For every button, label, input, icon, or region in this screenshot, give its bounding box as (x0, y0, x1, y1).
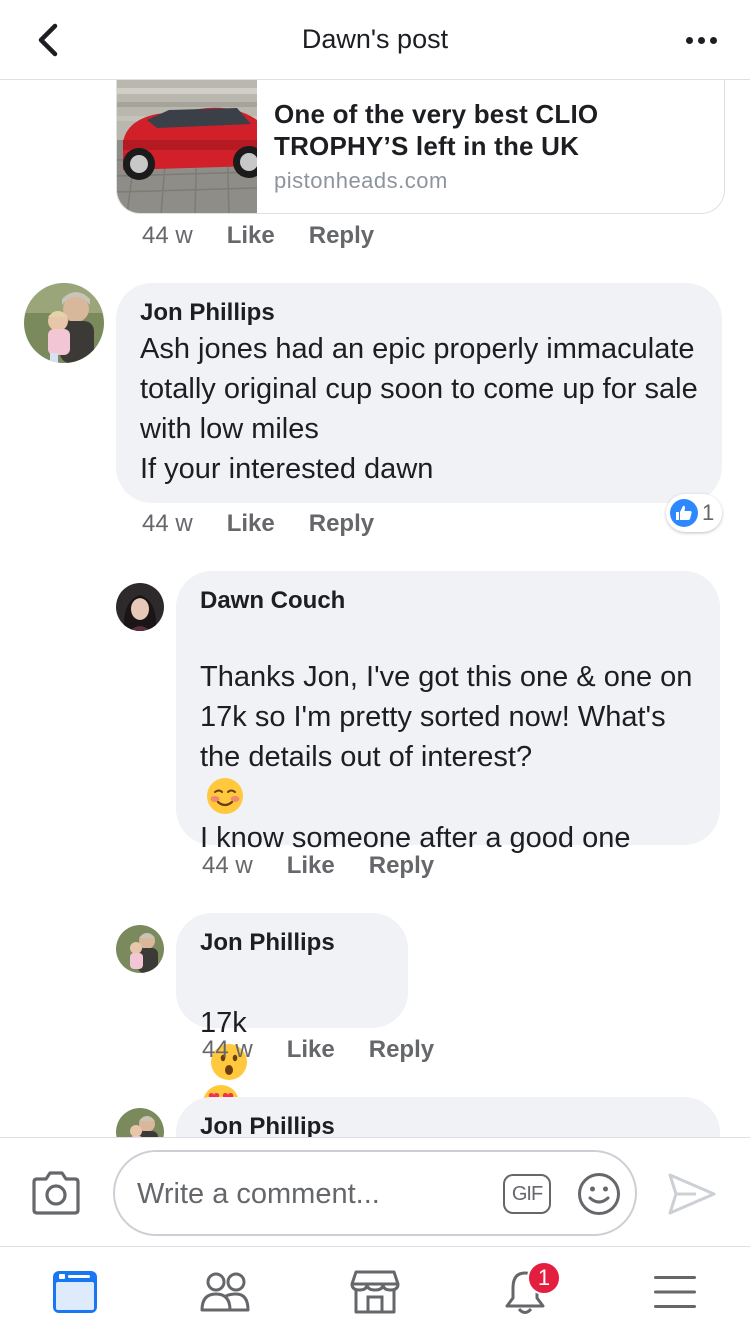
thumbs-up-icon (670, 499, 698, 527)
comment-bubble[interactable]: Dawn Couch Thanks Jon, I've got this one… (176, 571, 720, 854)
comment-meta: 44 w Like Reply (202, 1036, 434, 1064)
comment-meta: 44 w Like Reply (142, 510, 374, 538)
comment-time[interactable]: 44 w (202, 852, 253, 880)
reply-button[interactable]: Reply (369, 1036, 434, 1064)
notification-badge: 1 (527, 1261, 561, 1295)
send-icon (668, 1173, 716, 1215)
comment-time[interactable]: 44 w (142, 510, 193, 538)
comment-meta: 44 w Like Reply (142, 222, 374, 250)
comment-author[interactable]: Jon Phillips (200, 927, 384, 959)
comment-time[interactable]: 44 w (142, 222, 193, 250)
news-feed-icon (53, 1271, 97, 1313)
more-dot-icon (697, 36, 705, 44)
reaction-count: 1 (702, 500, 715, 525)
send-button[interactable] (666, 1170, 718, 1218)
comment-input-wrapper[interactable]: GIF (113, 1150, 637, 1236)
more-dot-icon (685, 36, 693, 44)
comment-time[interactable]: 44 w (202, 1036, 253, 1064)
marketplace-icon (350, 1270, 400, 1314)
avatar[interactable] (116, 1108, 164, 1137)
camera-icon (32, 1171, 80, 1215)
comment-text: Thanks Jon, I've got this one & one on 1… (200, 617, 696, 858)
comment-text-part: I know someone after a good one (200, 822, 631, 854)
like-button[interactable]: Like (287, 852, 335, 880)
avatar[interactable] (116, 583, 164, 631)
avatar[interactable] (24, 283, 104, 363)
comment-bubble[interactable]: Jon Phillips (176, 1097, 720, 1137)
comment-bubble[interactable]: Jon Phillips Ash jones had an epic prope… (116, 283, 722, 503)
reaction-count-badge[interactable]: 1 (666, 494, 723, 532)
emoji-button[interactable] (577, 1172, 621, 1216)
comment-input[interactable] (137, 1172, 487, 1216)
avatar[interactable] (116, 925, 164, 973)
comment-text-part: Thanks Jon, I've got this one & one on 1… (200, 661, 693, 773)
link-thumbnail (117, 80, 257, 213)
blushing-smile-emoji-icon (207, 778, 243, 814)
tab-news-feed[interactable] (45, 1267, 105, 1317)
tab-menu[interactable] (645, 1267, 705, 1317)
comments-feed[interactable]: One of the very best CLIO TROPHY’S left … (0, 80, 750, 1137)
link-domain: pistonheads.com (274, 168, 448, 193)
friends-icon (200, 1272, 250, 1312)
top-bar: Dawn's post (0, 0, 750, 80)
comment-meta: 44 w Like Reply (202, 852, 434, 880)
comment-text-part: 17k (200, 1007, 247, 1039)
comment-author[interactable]: Jon Phillips (140, 297, 698, 329)
link-preview-card[interactable]: One of the very best CLIO TROPHY’S left … (116, 80, 725, 214)
tab-marketplace[interactable] (345, 1267, 405, 1317)
tab-notifications[interactable]: 1 (495, 1261, 561, 1317)
smiley-icon (578, 1173, 620, 1215)
tab-friends[interactable] (195, 1267, 255, 1317)
comment-author[interactable]: Jon Phillips (200, 1111, 696, 1137)
reply-button[interactable]: Reply (369, 852, 434, 880)
comment-author[interactable]: Dawn Couch (200, 585, 696, 617)
more-options-button[interactable] (676, 22, 726, 58)
like-button[interactable]: Like (287, 1036, 335, 1064)
comment-bubble[interactable]: Jon Phillips 17k (176, 913, 408, 1137)
page-title: Dawn's post (301, 24, 449, 54)
more-dot-icon (709, 36, 717, 44)
like-button[interactable]: Like (227, 510, 275, 538)
comment-composer: GIF (0, 1137, 750, 1247)
reply-button[interactable]: Reply (309, 510, 374, 538)
reply-button[interactable]: Reply (309, 222, 374, 250)
gif-button[interactable]: GIF (503, 1174, 551, 1214)
like-button[interactable]: Like (227, 222, 275, 250)
hamburger-menu-icon (654, 1276, 696, 1308)
comment-text: Ash jones had an epic properly immaculat… (140, 333, 698, 485)
camera-button[interactable] (30, 1170, 82, 1216)
link-title[interactable]: One of the very best CLIO TROPHY’S left … (274, 98, 704, 162)
bottom-tab-bar: 1 (0, 1247, 750, 1334)
